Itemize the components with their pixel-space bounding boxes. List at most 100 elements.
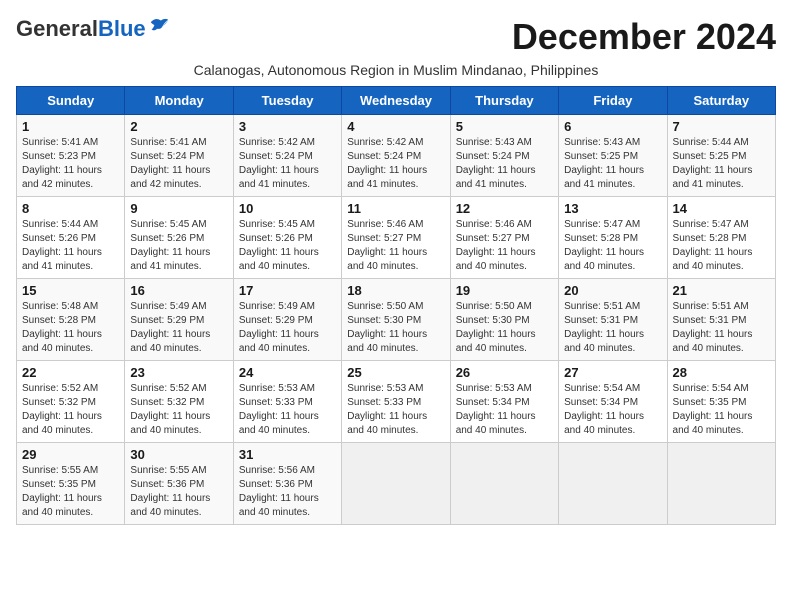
day-number: 23 (130, 365, 227, 380)
day-number: 29 (22, 447, 119, 462)
calendar-cell: 7 Sunrise: 5:44 AMSunset: 5:25 PMDaylight… (667, 115, 775, 197)
day-info: Sunrise: 5:45 AMSunset: 5:26 PMDaylight:… (239, 218, 336, 274)
day-info: Sunrise: 5:52 AMSunset: 5:32 PMDaylight:… (22, 382, 119, 438)
day-info: Sunrise: 5:47 AMSunset: 5:28 PMDaylight:… (564, 218, 661, 274)
day-info: Sunrise: 5:53 AMSunset: 5:33 PMDaylight:… (347, 382, 444, 438)
day-info: Sunrise: 5:51 AMSunset: 5:31 PMDaylight:… (673, 300, 770, 356)
calendar-cell: 11 Sunrise: 5:46 AMSunset: 5:27 PMDayligh… (342, 197, 450, 279)
day-info: Sunrise: 5:44 AMSunset: 5:26 PMDaylight:… (22, 218, 119, 274)
weekday-header-saturday: Saturday (667, 87, 775, 115)
day-info: Sunrise: 5:54 AMSunset: 5:34 PMDaylight:… (564, 382, 661, 438)
day-info: Sunrise: 5:52 AMSunset: 5:32 PMDaylight:… (130, 382, 227, 438)
day-number: 16 (130, 283, 227, 298)
calendar-cell: 10 Sunrise: 5:45 AMSunset: 5:26 PMDayligh… (233, 197, 341, 279)
day-number: 26 (456, 365, 553, 380)
day-info: Sunrise: 5:53 AMSunset: 5:34 PMDaylight:… (456, 382, 553, 438)
weekday-header-row: SundayMondayTuesdayWednesdayThursdayFrid… (17, 87, 776, 115)
day-info: Sunrise: 5:50 AMSunset: 5:30 PMDaylight:… (456, 300, 553, 356)
day-number: 3 (239, 119, 336, 134)
calendar-week-row: 8 Sunrise: 5:44 AMSunset: 5:26 PMDaylight… (17, 197, 776, 279)
day-number: 8 (22, 201, 119, 216)
calendar-cell: 15Sunrise: 5:48 AMSunset: 5:28 PMDayligh… (17, 279, 125, 361)
calendar-cell: 23 Sunrise: 5:52 AMSunset: 5:32 PMDayligh… (125, 361, 233, 443)
calendar-cell: 22 Sunrise: 5:52 AMSunset: 5:32 PMDayligh… (17, 361, 125, 443)
day-info: Sunrise: 5:42 AMSunset: 5:24 PMDaylight:… (347, 136, 444, 192)
logo-bird-icon (148, 15, 170, 37)
calendar-cell: 5 Sunrise: 5:43 AMSunset: 5:24 PMDaylight… (450, 115, 558, 197)
day-number: 4 (347, 119, 444, 134)
calendar-cell: 31 Sunrise: 5:56 AMSunset: 5:36 PMDayligh… (233, 443, 341, 525)
day-number: 6 (564, 119, 661, 134)
calendar-subtitle: Calanogas, Autonomous Region in Muslim M… (16, 62, 776, 78)
calendar-cell: 1Sunrise: 5:41 AMSunset: 5:23 PMDaylight… (17, 115, 125, 197)
day-info: Sunrise: 5:42 AMSunset: 5:24 PMDaylight:… (239, 136, 336, 192)
day-info: Sunrise: 5:44 AMSunset: 5:25 PMDaylight:… (673, 136, 770, 192)
calendar-cell: 21Sunrise: 5:51 AMSunset: 5:31 PMDayligh… (667, 279, 775, 361)
weekday-header-tuesday: Tuesday (233, 87, 341, 115)
day-info: Sunrise: 5:54 AMSunset: 5:35 PMDaylight:… (673, 382, 770, 438)
day-number: 30 (130, 447, 227, 462)
calendar-cell (450, 443, 558, 525)
day-info: Sunrise: 5:55 AMSunset: 5:36 PMDaylight:… (130, 464, 227, 520)
day-number: 7 (673, 119, 770, 134)
day-info: Sunrise: 5:43 AMSunset: 5:24 PMDaylight:… (456, 136, 553, 192)
calendar-week-row: 15Sunrise: 5:48 AMSunset: 5:28 PMDayligh… (17, 279, 776, 361)
calendar-cell (342, 443, 450, 525)
day-number: 20 (564, 283, 661, 298)
calendar-cell: 30 Sunrise: 5:55 AMSunset: 5:36 PMDayligh… (125, 443, 233, 525)
calendar-header: SundayMondayTuesdayWednesdayThursdayFrid… (17, 87, 776, 115)
day-number: 19 (456, 283, 553, 298)
day-info: Sunrise: 5:46 AMSunset: 5:27 PMDaylight:… (347, 218, 444, 274)
day-number: 10 (239, 201, 336, 216)
day-info: Sunrise: 5:47 AMSunset: 5:28 PMDaylight:… (673, 218, 770, 274)
weekday-header-wednesday: Wednesday (342, 87, 450, 115)
day-info: Sunrise: 5:50 AMSunset: 5:30 PMDaylight:… (347, 300, 444, 356)
day-info: Sunrise: 5:56 AMSunset: 5:36 PMDaylight:… (239, 464, 336, 520)
calendar-cell: 18 Sunrise: 5:50 AMSunset: 5:30 PMDayligh… (342, 279, 450, 361)
calendar-cell: 25 Sunrise: 5:53 AMSunset: 5:33 PMDayligh… (342, 361, 450, 443)
calendar-cell: 14 Sunrise: 5:47 AMSunset: 5:28 PMDayligh… (667, 197, 775, 279)
day-number: 13 (564, 201, 661, 216)
calendar-cell: 24Sunrise: 5:53 AMSunset: 5:33 PMDayligh… (233, 361, 341, 443)
day-info: Sunrise: 5:41 AMSunset: 5:24 PMDaylight:… (130, 136, 227, 192)
day-number: 15 (22, 283, 119, 298)
calendar-cell: 9Sunrise: 5:45 AMSunset: 5:26 PMDaylight… (125, 197, 233, 279)
day-info: Sunrise: 5:43 AMSunset: 5:25 PMDaylight:… (564, 136, 661, 192)
calendar-cell: 3 Sunrise: 5:42 AMSunset: 5:24 PMDaylight… (233, 115, 341, 197)
day-info: Sunrise: 5:45 AMSunset: 5:26 PMDaylight:… (130, 218, 227, 274)
day-info: Sunrise: 5:49 AMSunset: 5:29 PMDaylight:… (239, 300, 336, 356)
day-number: 11 (347, 201, 444, 216)
day-number: 5 (456, 119, 553, 134)
logo: GeneralBlue (16, 16, 170, 42)
day-number: 17 (239, 283, 336, 298)
day-number: 18 (347, 283, 444, 298)
calendar-cell: 29 Sunrise: 5:55 AMSunset: 5:35 PMDayligh… (17, 443, 125, 525)
calendar-body: 1Sunrise: 5:41 AMSunset: 5:23 PMDaylight… (17, 115, 776, 525)
day-number: 27 (564, 365, 661, 380)
calendar-week-row: 22 Sunrise: 5:52 AMSunset: 5:32 PMDayligh… (17, 361, 776, 443)
weekday-header-monday: Monday (125, 87, 233, 115)
day-number: 25 (347, 365, 444, 380)
calendar-cell (667, 443, 775, 525)
calendar-week-row: 29 Sunrise: 5:55 AMSunset: 5:35 PMDayligh… (17, 443, 776, 525)
day-number: 14 (673, 201, 770, 216)
calendar-cell: 16Sunrise: 5:49 AMSunset: 5:29 PMDayligh… (125, 279, 233, 361)
calendar-cell: 13 Sunrise: 5:47 AMSunset: 5:28 PMDayligh… (559, 197, 667, 279)
calendar-cell: 28 Sunrise: 5:54 AMSunset: 5:35 PMDayligh… (667, 361, 775, 443)
calendar-cell: 12Sunrise: 5:46 AMSunset: 5:27 PMDayligh… (450, 197, 558, 279)
calendar-cell: 26 Sunrise: 5:53 AMSunset: 5:34 PMDayligh… (450, 361, 558, 443)
day-info: Sunrise: 5:53 AMSunset: 5:33 PMDaylight:… (239, 382, 336, 438)
day-number: 28 (673, 365, 770, 380)
weekday-header-sunday: Sunday (17, 87, 125, 115)
day-number: 31 (239, 447, 336, 462)
day-info: Sunrise: 5:55 AMSunset: 5:35 PMDaylight:… (22, 464, 119, 520)
page-header: GeneralBlue December 2024 (16, 16, 776, 58)
day-number: 22 (22, 365, 119, 380)
calendar-table: SundayMondayTuesdayWednesdayThursdayFrid… (16, 86, 776, 525)
calendar-cell: 4 Sunrise: 5:42 AMSunset: 5:24 PMDaylight… (342, 115, 450, 197)
calendar-cell: 17 Sunrise: 5:49 AMSunset: 5:29 PMDayligh… (233, 279, 341, 361)
day-info: Sunrise: 5:41 AMSunset: 5:23 PMDaylight:… (22, 136, 119, 192)
day-info: Sunrise: 5:46 AMSunset: 5:27 PMDaylight:… (456, 218, 553, 274)
weekday-header-thursday: Thursday (450, 87, 558, 115)
calendar-cell: 8 Sunrise: 5:44 AMSunset: 5:26 PMDaylight… (17, 197, 125, 279)
